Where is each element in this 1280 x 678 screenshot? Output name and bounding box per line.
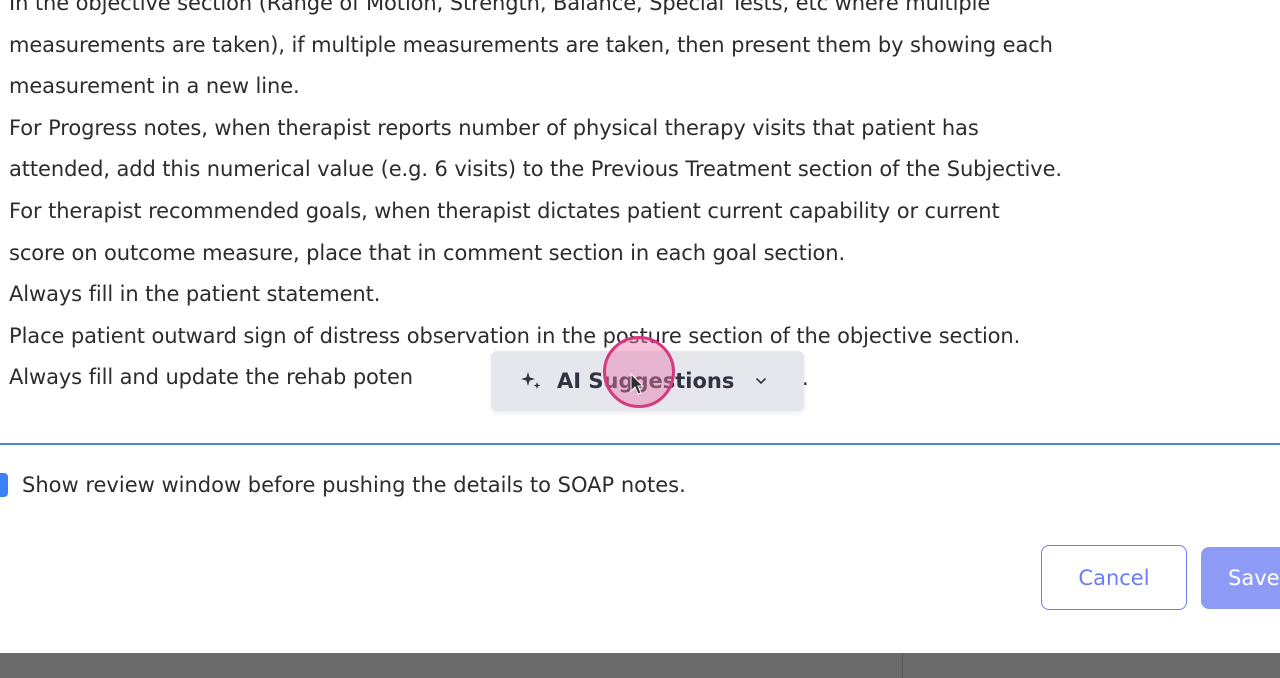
instruction-line: attended, add this numerical value (e.g.… (9, 157, 1062, 182)
instruction-line: measurement in a new line. (9, 74, 300, 99)
instruction-line: measurements are taken), if multiple mea… (9, 32, 1053, 57)
mouse-cursor-icon (630, 373, 645, 395)
instruction-line: For therapist recommended goals, when th… (9, 198, 1000, 223)
instruction-line: For Progress notes, when therapist repor… (9, 115, 979, 140)
cancel-button[interactable]: Cancel (1041, 545, 1187, 610)
sparkle-icon (521, 372, 541, 389)
chevron-down-icon (756, 378, 767, 384)
review-window-label[interactable]: Show review window before pushing the de… (22, 473, 686, 497)
settings-modal: In the objective section (Range of Motio… (0, 0, 1280, 653)
instruction-line: score on outcome measure, place that in … (9, 240, 846, 265)
instruction-line: Always fill in the patient statement. (9, 282, 381, 307)
backdrop-divider (902, 653, 903, 678)
input-divider (0, 443, 1280, 445)
cursor-highlight (603, 336, 675, 408)
review-window-checkbox[interactable] (0, 473, 8, 497)
instruction-line: In the objective section (Range of Motio… (9, 0, 991, 15)
review-window-option[interactable]: Show review window before pushing the de… (0, 470, 686, 500)
save-button[interactable]: Save (1201, 547, 1280, 609)
